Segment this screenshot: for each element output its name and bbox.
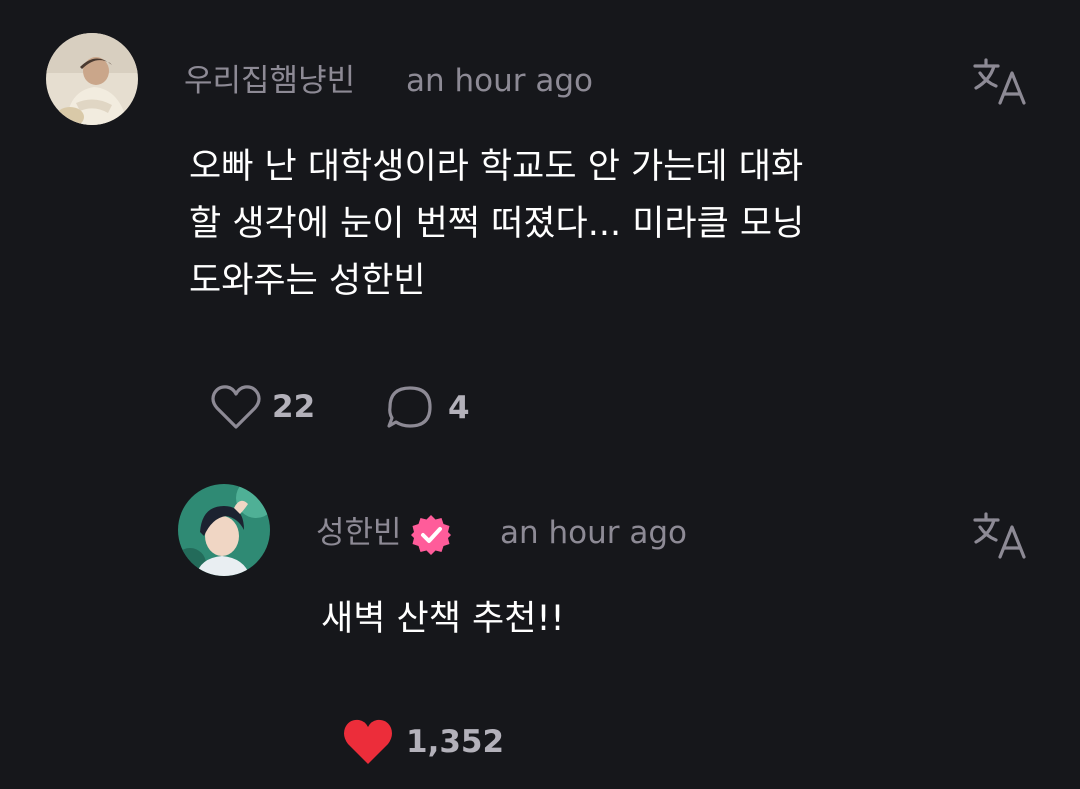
comment-bubble-icon	[387, 386, 432, 428]
comment-timestamp: an hour ago	[406, 63, 593, 99]
like-button[interactable]: 1,352	[342, 718, 504, 766]
verified-check-icon	[411, 515, 451, 555]
verified-badge	[410, 514, 452, 560]
reply-author[interactable]: 성한빈	[316, 518, 402, 549]
comment-body: 오빠 난 대학생이라 학교도 안 가는데 대화 할 생각에 눈이 번쩍 떠졌다.…	[189, 147, 805, 301]
translate-button[interactable]	[972, 510, 1028, 562]
reply-count: 4	[448, 389, 470, 426]
reply-button[interactable]: 4	[386, 384, 470, 432]
translate-icon	[973, 58, 1026, 105]
reply-body: 새벽 산책 추천!!	[321, 599, 565, 639]
reply-avatar[interactable]	[178, 484, 270, 576]
like-button[interactable]: 22	[210, 384, 315, 430]
heart-outline-icon	[211, 385, 261, 429]
comment-author[interactable]: 우리집햄냥빈	[184, 66, 355, 97]
translate-button[interactable]	[972, 56, 1028, 108]
reply-timestamp: an hour ago	[500, 515, 687, 551]
comment-avatar[interactable]	[46, 33, 138, 125]
like-count: 1,352	[406, 723, 505, 760]
like-count: 22	[272, 388, 316, 425]
translate-icon	[973, 512, 1026, 559]
heart-filled-icon	[344, 719, 392, 764]
